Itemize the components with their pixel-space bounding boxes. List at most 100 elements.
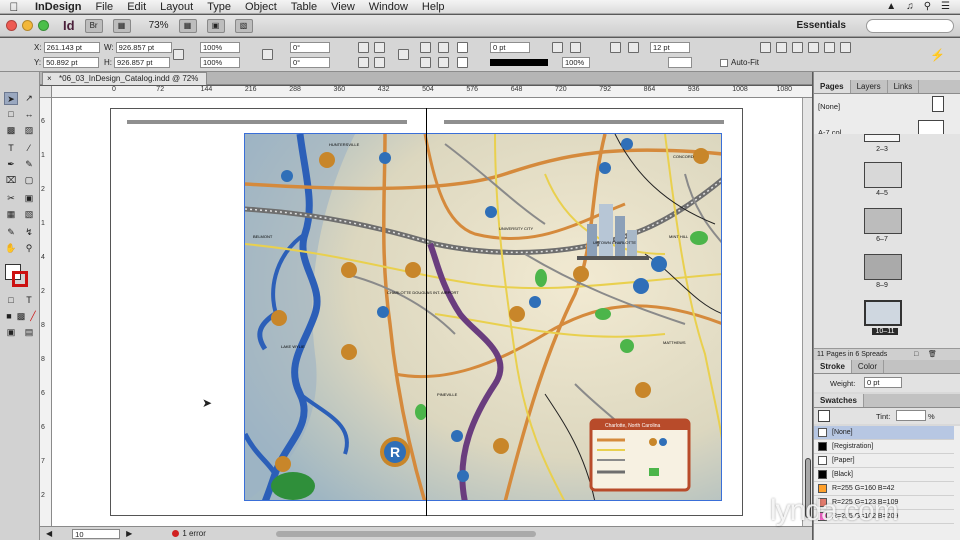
autofit-checkbox[interactable] [720, 58, 728, 67]
next-page-icon[interactable]: ▶ [126, 529, 132, 538]
close-window-button[interactable] [6, 20, 17, 31]
autofit-option[interactable]: Auto-Fit [720, 58, 759, 67]
search-input[interactable] [866, 18, 954, 33]
pen-tool-icon[interactable]: ✒ [4, 158, 18, 171]
direct-selection-tool-icon[interactable]: ↗ [22, 92, 36, 105]
tab-layers[interactable]: Layers [851, 80, 888, 93]
height-field[interactable]: 926.857 pt [114, 57, 170, 68]
swatch-row[interactable]: [Black] [814, 468, 954, 482]
zoom-level[interactable]: 73% [149, 20, 169, 31]
scale-x-field[interactable]: 100% [200, 42, 240, 53]
opacity-field[interactable]: 100% [562, 57, 590, 68]
stroke-panel-weight-field[interactable]: 0 pt [864, 377, 902, 388]
formatting-text-icon[interactable]: T [22, 294, 36, 307]
text-wrap-icon[interactable] [610, 42, 621, 53]
zoom-window-button[interactable] [38, 20, 49, 31]
content-placer-icon[interactable]: ▨ [22, 124, 36, 137]
stroke-weight-field[interactable]: 0 pt [490, 42, 530, 53]
stroke-swatch-icon[interactable] [457, 57, 468, 68]
gradient-swatch-tool-icon[interactable]: ▦ [4, 208, 18, 221]
swatch-fill-stroke-icon[interactable] [818, 410, 830, 422]
select-content-icon[interactable] [420, 57, 431, 68]
align-icon[interactable] [628, 42, 639, 53]
fit-content-icon[interactable] [760, 42, 771, 53]
apply-none-icon[interactable]: ╱ [26, 310, 40, 323]
y-position-field[interactable]: 50.892 pt [43, 57, 100, 68]
spread-thumb-10-11[interactable] [864, 300, 902, 326]
scissors-tool-icon[interactable]: ✂ [4, 192, 18, 205]
menu-help[interactable]: Help [415, 1, 452, 13]
delete-page-icon[interactable]: 🗑 [928, 349, 937, 360]
preflight-status[interactable]: 1 error [172, 529, 206, 538]
zoom-tool-icon[interactable]: ⚲ [22, 242, 36, 255]
tint-field[interactable] [896, 410, 926, 421]
fill-swatch-icon[interactable] [457, 42, 468, 53]
eyedropper-tool-icon[interactable]: ↯ [22, 226, 36, 239]
note-tool-icon[interactable]: ✎ [4, 226, 18, 239]
quick-apply-icon[interactable]: ⚡ [930, 48, 945, 62]
spread-thumb-8-9[interactable] [864, 254, 902, 280]
scale-y-field[interactable]: 100% [200, 57, 240, 68]
center-content-icon[interactable] [808, 42, 819, 53]
free-transform-tool-icon[interactable]: ▣ [22, 192, 36, 205]
new-page-icon[interactable]: □ [914, 349, 918, 360]
page-number-field[interactable]: 10 [72, 528, 121, 539]
hand-tool-icon[interactable]: ✋ [4, 242, 18, 255]
formatting-container-icon[interactable]: □ [4, 294, 18, 307]
rotation-angle-field[interactable]: 0° [290, 42, 330, 53]
gap-tool-icon[interactable]: ↔ [22, 108, 36, 121]
bridge-button[interactable]: Br [84, 18, 103, 33]
close-tab-icon[interactable]: × [47, 73, 52, 85]
preview-mode-icon[interactable]: ▤ [22, 326, 36, 339]
tab-links[interactable]: Links [888, 80, 920, 93]
master-none-label[interactable]: [None] [818, 102, 840, 111]
selection-tool-icon[interactable]: ➤ [4, 92, 18, 105]
vertical-ruler[interactable]: 6 1 2 1 4 2 8 8 6 6 7 2 [40, 98, 52, 526]
swatch-row[interactable]: [Registration] [814, 440, 954, 454]
fit-frame-proportionally-icon[interactable] [840, 42, 851, 53]
swatch-row[interactable]: [None] [814, 426, 954, 440]
gradient-feather-tool-icon[interactable]: ▧ [22, 208, 36, 221]
normal-view-icon[interactable]: ▣ [4, 326, 18, 339]
spread-thumb-6-7[interactable] [864, 208, 902, 234]
constrain-proportions-icon[interactable] [173, 49, 184, 60]
horizontal-scroll-thumb[interactable] [275, 530, 536, 537]
tab-pages[interactable]: Pages [814, 80, 851, 93]
menu-object[interactable]: Object [238, 1, 284, 13]
tab-color[interactable]: Color [852, 360, 885, 373]
master-none-thumb[interactable] [932, 96, 944, 112]
apple-icon[interactable]:  [0, 0, 28, 14]
tab-swatches[interactable]: Swatches [814, 394, 864, 407]
line-tool-icon[interactable]: ⁄ [22, 142, 36, 155]
flip-vertical-icon[interactable] [374, 57, 385, 68]
width-field[interactable]: 926.857 pt [115, 42, 172, 53]
constrain-scale-icon[interactable] [262, 49, 273, 60]
wifi-icon[interactable]: ▲ [886, 1, 896, 12]
reference-point-icon[interactable] [398, 49, 409, 60]
ruler-origin[interactable] [40, 86, 52, 98]
select-previous-icon[interactable] [438, 42, 449, 53]
spread-thumb-2-3[interactable] [864, 134, 900, 142]
fit-frame-icon[interactable] [776, 42, 787, 53]
view-options-button[interactable]: ▦ [178, 18, 197, 33]
select-container-icon[interactable] [420, 42, 431, 53]
document-tab[interactable]: × *06_03_InDesign_Catalog.indd @ 72% [42, 72, 208, 85]
horizontal-ruler[interactable]: 0 72 144 216 288 360 432 504 576 648 720 792 864 936 1… [52, 86, 836, 98]
rectangle-tool-icon[interactable]: ▢ [22, 174, 36, 187]
minimize-window-button[interactable] [22, 20, 33, 31]
menu-app[interactable]: InDesign [28, 1, 88, 13]
swatch-row[interactable]: [Paper] [814, 454, 954, 468]
select-next-icon[interactable] [438, 57, 449, 68]
pencil-tool-icon[interactable]: ✎ [22, 158, 36, 171]
menu-layout[interactable]: Layout [153, 1, 200, 13]
mini-bridge-button[interactable]: ▦ [112, 18, 131, 33]
rotate-cw-icon[interactable] [358, 42, 369, 53]
drop-shadow-icon[interactable] [552, 42, 563, 53]
shear-angle-field[interactable]: 0° [290, 57, 330, 68]
rectangle-frame-tool-icon[interactable]: ⌧ [4, 174, 18, 187]
menu-window[interactable]: Window [362, 1, 415, 13]
effects-icon[interactable] [570, 42, 581, 53]
stroke-type-selector[interactable] [490, 59, 548, 66]
type-tool-icon[interactable]: T [4, 142, 18, 155]
menu-edit[interactable]: Edit [120, 1, 153, 13]
